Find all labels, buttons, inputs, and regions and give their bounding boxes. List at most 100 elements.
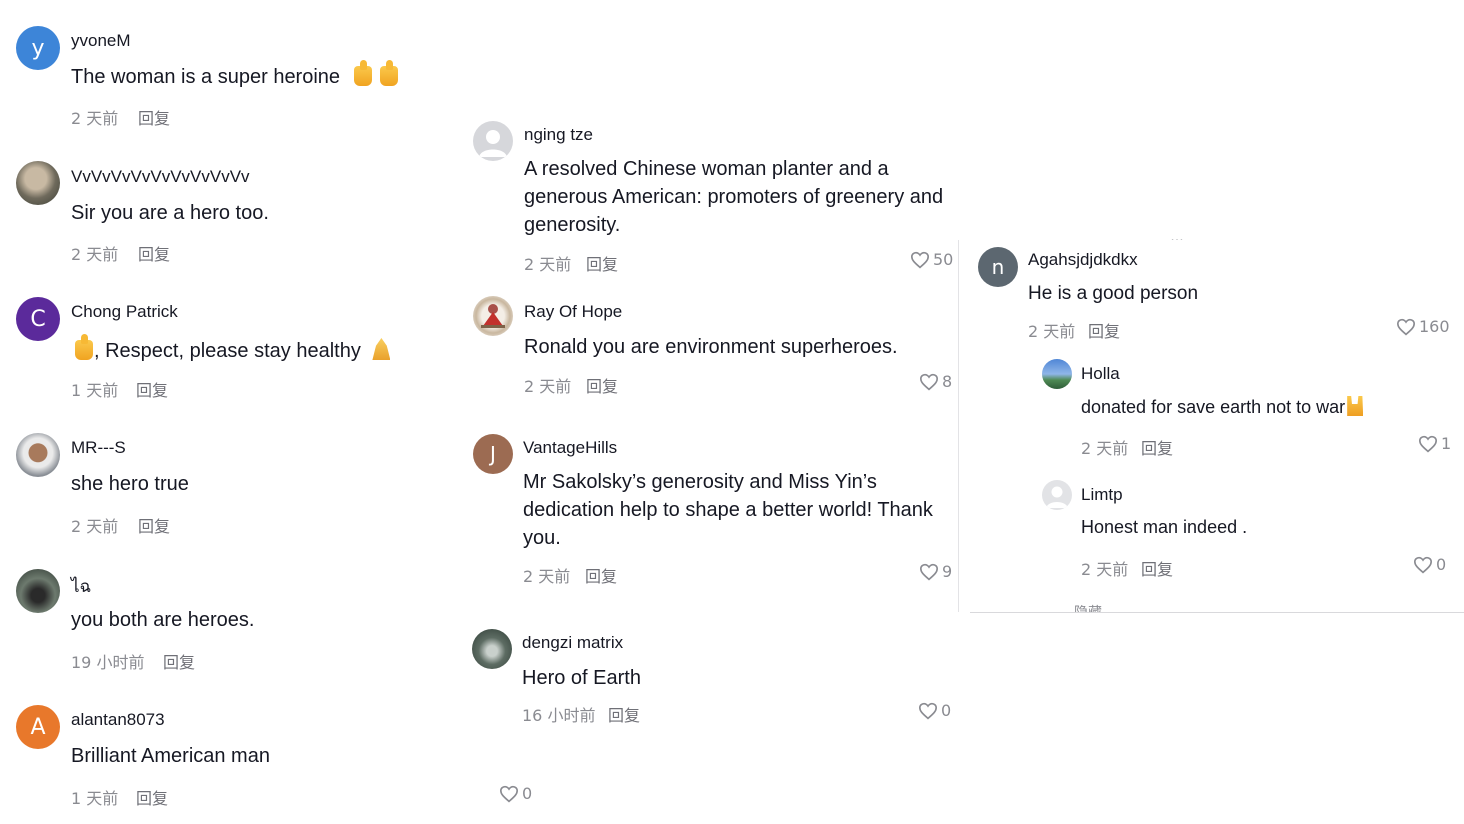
thumbs-up-icon	[75, 334, 93, 360]
comment-text: Hero of Earth	[522, 667, 641, 689]
reply-time: 2 天前	[1081, 560, 1129, 579]
heart-icon	[1413, 556, 1433, 573]
section-divider	[970, 612, 1464, 613]
reply-button[interactable]: 回复	[1088, 318, 1120, 342]
like-button[interactable]: 50	[910, 250, 953, 269]
comment-time: 2 天前	[524, 255, 572, 274]
heart-icon	[918, 702, 938, 719]
reply-button[interactable]: 回复	[138, 105, 170, 129]
like-button[interactable]: 0	[1413, 555, 1446, 574]
like-button[interactable]: 9	[919, 562, 952, 581]
reply-time: 2 天前	[1081, 439, 1129, 458]
like-button[interactable]: 0	[499, 784, 532, 803]
reply-button[interactable]: 回复	[586, 251, 618, 275]
comment-text: Brilliant American man	[71, 745, 270, 767]
avatar[interactable]	[16, 161, 60, 205]
comment-username[interactable]: nging tze	[524, 125, 593, 145]
avatar[interactable]	[16, 433, 60, 477]
comment-username[interactable]: yvoneM	[71, 31, 131, 51]
avatar[interactable]: n	[978, 247, 1018, 287]
avatar-letter: n	[991, 255, 1005, 279]
pray-icon	[372, 338, 391, 360]
avatar[interactable]	[473, 121, 513, 161]
comment-time: 16 小时前	[522, 706, 596, 725]
like-button[interactable]: 8	[919, 372, 952, 391]
comment-text: Sir you are a hero too.	[71, 202, 269, 224]
comment-text: Mr Sakolsky’s generosity and Miss Yin’s …	[523, 471, 933, 549]
avatar[interactable]: y	[16, 26, 60, 70]
thumbs-up-icon	[353, 60, 372, 86]
comment-username[interactable]: MR---S	[71, 438, 126, 458]
heart-icon	[919, 373, 939, 390]
heart-icon	[910, 251, 930, 268]
comment-text-body: , Respect, please stay healthy	[94, 340, 361, 362]
like-count: 9	[942, 562, 953, 581]
comment-text: He is a good person	[1028, 283, 1199, 304]
like-count: 0	[941, 701, 952, 720]
comment-username[interactable]: ไฉ	[71, 573, 91, 600]
like-count: 50	[933, 250, 954, 269]
default-avatar-icon	[1046, 486, 1068, 508]
heart-icon	[499, 785, 519, 802]
avatar[interactable]: C	[16, 297, 60, 341]
reply-button[interactable]: 回复	[608, 702, 640, 726]
avatar[interactable]	[1042, 359, 1072, 389]
avatar[interactable]	[16, 569, 60, 613]
reply-button[interactable]: 回复	[138, 513, 170, 537]
like-button[interactable]: 1	[1418, 434, 1451, 453]
avatar-letter: J	[490, 442, 496, 466]
comment-time: 2 天前	[71, 517, 119, 536]
avatar[interactable]	[1042, 480, 1072, 510]
clipped-text: …	[1170, 232, 1186, 240]
robed-figure-icon	[481, 304, 505, 328]
reply-username[interactable]: Limtp	[1081, 485, 1123, 505]
comment-username[interactable]: Agahsjdjdkdkx	[1028, 250, 1138, 270]
reply-text-body: donated for save earth not to war	[1081, 397, 1346, 417]
comment-time: 2 天前	[523, 567, 571, 586]
avatar[interactable]	[472, 629, 512, 669]
comment-username[interactable]: dengzi matrix	[522, 633, 623, 653]
like-button[interactable]: 0	[918, 701, 951, 720]
heart-icon	[919, 563, 939, 580]
reply-button[interactable]: 回复	[586, 373, 618, 397]
reply-text: donated for save earth not to war	[1081, 396, 1364, 418]
avatar[interactable]	[473, 296, 513, 336]
column-divider	[958, 240, 959, 612]
avatar-letter: y	[31, 35, 45, 61]
avatar-letter: C	[30, 306, 46, 332]
avatar-letter: A	[30, 714, 46, 740]
like-count: 0	[522, 784, 533, 803]
comment-time: 19 小时前	[71, 653, 145, 672]
comment-text: The woman is a super heroine	[71, 60, 399, 89]
reply-button[interactable]: 回复	[163, 649, 195, 673]
reply-button[interactable]: 回复	[1141, 556, 1173, 580]
comment-text-body: The woman is a super heroine	[71, 66, 341, 88]
comment-username[interactable]: VvVvVvVvVvVvVvVvVv	[71, 167, 250, 187]
reply-text: Honest man indeed .	[1081, 517, 1248, 537]
comment-time: 2 天前	[1028, 322, 1076, 341]
comment-text: Ronald you are environment superheroes.	[524, 336, 898, 358]
comment-time: 1 天前	[71, 381, 119, 400]
reply-button[interactable]: 回复	[136, 377, 168, 401]
comment-username[interactable]: VantageHills	[523, 438, 617, 458]
reply-button[interactable]: 回复	[136, 785, 168, 809]
comment-username[interactable]: Chong Patrick	[71, 302, 178, 322]
comment-text: you both are heroes.	[71, 609, 255, 631]
comment-time: 2 天前	[71, 245, 119, 264]
like-count: 8	[942, 372, 953, 391]
reply-button[interactable]: 回复	[138, 241, 170, 265]
reply-username[interactable]: Holla	[1081, 364, 1120, 384]
like-button[interactable]: 160	[1396, 317, 1450, 336]
reply-button[interactable]: 回复	[1141, 435, 1173, 459]
like-count: 0	[1436, 555, 1447, 574]
avatar[interactable]: J	[473, 434, 513, 474]
thumbs-up-icon	[380, 60, 399, 86]
comment-username[interactable]: Ray Of Hope	[524, 302, 622, 322]
rock-hand-icon	[1347, 396, 1364, 416]
hide-replies-link[interactable]: 隐藏 ·	[1074, 603, 1154, 612]
reply-button[interactable]: 回复	[585, 563, 617, 587]
comment-username[interactable]: alantan8073	[71, 710, 165, 730]
like-count: 1	[1441, 434, 1452, 453]
avatar[interactable]: A	[16, 705, 60, 749]
comment-text: she hero true	[71, 473, 189, 495]
